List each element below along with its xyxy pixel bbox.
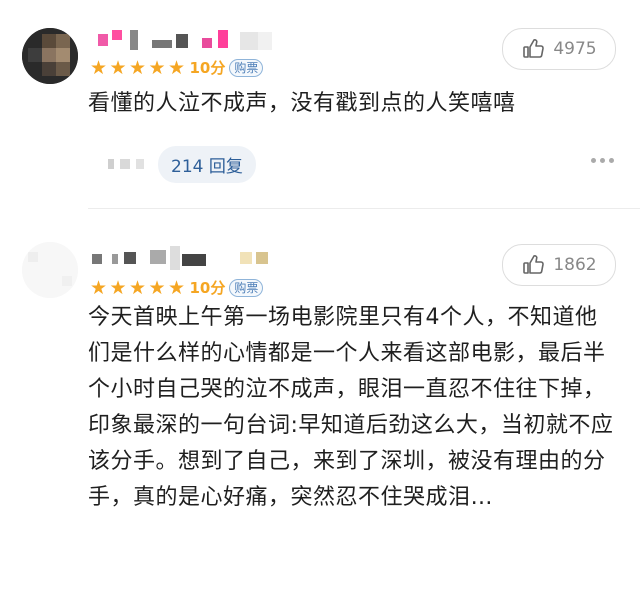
thumbs-up-icon xyxy=(523,39,545,58)
ticket-badge: 购票 xyxy=(229,59,264,77)
star-icon: ★ xyxy=(109,277,127,299)
star-icon: ★ xyxy=(109,57,127,79)
like-count: 4975 xyxy=(553,39,597,59)
star-icon: ★ xyxy=(168,57,186,79)
username-blurred xyxy=(92,246,268,270)
star-icon: ★ xyxy=(168,277,186,299)
like-count: 1862 xyxy=(553,255,597,275)
star-icon: ★ xyxy=(148,57,166,79)
star-icon: ★ xyxy=(129,277,147,299)
username-blurred xyxy=(98,30,272,50)
reply-avatars-blurred xyxy=(108,159,144,169)
star-icon: ★ xyxy=(90,57,108,79)
star-icon: ★ xyxy=(90,277,108,299)
like-button[interactable]: 4975 xyxy=(502,28,616,70)
avatar[interactable] xyxy=(22,28,78,84)
comment-text: 看懂的人泣不成声，没有戳到点的人笑嘻嘻 xyxy=(88,91,516,116)
divider xyxy=(88,208,640,209)
rating: ★ ★ ★ ★ ★ 10分 购票 xyxy=(90,277,264,299)
like-button[interactable]: 1862 xyxy=(502,244,616,286)
rating-score: 10分 xyxy=(189,59,226,77)
star-icon: ★ xyxy=(129,57,147,79)
rating-score: 10分 xyxy=(189,279,226,297)
avatar[interactable] xyxy=(22,242,78,298)
comment-text: 今天首映上午第一场电影院里只有4个人，不知道他们是什么样的心情都是一个人来看这部… xyxy=(88,305,614,510)
more-dots-icon[interactable] xyxy=(591,158,614,163)
avatar-mosaic xyxy=(22,28,78,84)
reply-row: 214 回复 xyxy=(108,145,256,183)
avatar-mosaic xyxy=(22,242,78,298)
rating: ★ ★ ★ ★ ★ 10分 购票 xyxy=(90,57,264,79)
star-icon: ★ xyxy=(148,277,166,299)
comment-item: 4975 ★ ★ ★ ★ ★ 10分 购票 看懂的人泣不成声，没有戳到点的人笑嘻… xyxy=(0,0,640,210)
ticket-badge: 购票 xyxy=(229,279,264,297)
reply-button[interactable]: 214 回复 xyxy=(158,145,256,183)
thumbs-up-icon xyxy=(523,255,545,274)
comment-item: 1862 ★ ★ ★ ★ ★ 10分 购票 今天首映上午第一场电影院里只有4个人… xyxy=(0,212,640,591)
